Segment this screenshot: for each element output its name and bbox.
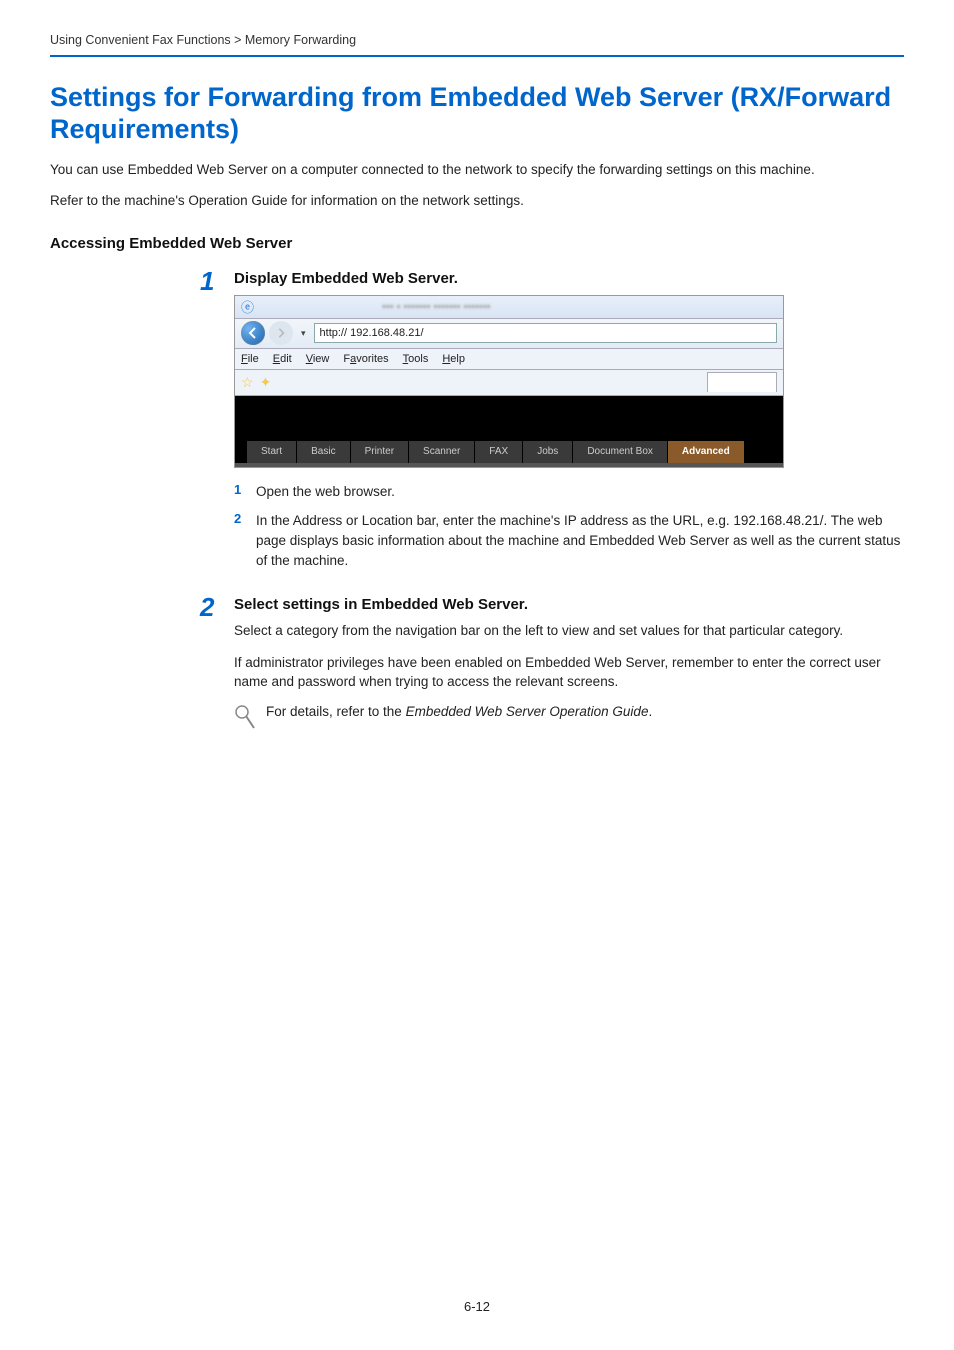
magnifier-icon: [234, 704, 256, 735]
menu-favorites[interactable]: Favorites: [343, 353, 388, 365]
sub-step-1-text: Open the web browser.: [256, 482, 395, 502]
ie-icon: ⓔ: [241, 297, 254, 316]
nav-dropdown-icon[interactable]: ▾: [297, 328, 310, 339]
tab-advanced[interactable]: Advanced: [668, 441, 745, 463]
browser-menubar: File Edit View Favorites Tools Help: [235, 349, 783, 370]
blurred-title: ••• • ••••••• ••••••• •••••••: [382, 301, 491, 313]
tab-jobs[interactable]: Jobs: [523, 441, 573, 463]
tab-start[interactable]: Start: [247, 441, 297, 463]
step-1: 1 Display Embedded Web Server. ⓔ ••• • •…: [200, 270, 904, 580]
page-number: 6-12: [0, 1299, 954, 1314]
section-heading: Accessing Embedded Web Server: [50, 235, 904, 252]
webpage-tabs: Start Basic Printer Scanner FAX Jobs Doc…: [235, 441, 783, 463]
add-favorite-icon[interactable]: ✦: [260, 374, 272, 391]
note-row: For details, refer to the Embedded Web S…: [234, 704, 904, 735]
arrow-left-icon: [247, 327, 259, 339]
intro-paragraph-1: You can use Embedded Web Server on a com…: [50, 160, 904, 180]
menu-view[interactable]: View: [306, 353, 330, 365]
divider: [50, 55, 904, 57]
tab-fax[interactable]: FAX: [475, 441, 523, 463]
address-bar[interactable]: http:// 192.168.48.21/: [314, 323, 777, 343]
menu-tools[interactable]: Tools: [403, 353, 429, 365]
menu-file[interactable]: File: [241, 353, 259, 365]
tab-document-box[interactable]: Document Box: [573, 441, 668, 463]
browser-tab[interactable]: [707, 372, 777, 392]
page-title: Settings for Forwarding from Embedded We…: [50, 81, 904, 146]
step-2-para-1: Select a category from the navigation ba…: [234, 621, 904, 641]
arrow-right-icon: [276, 328, 286, 338]
tab-printer[interactable]: Printer: [351, 441, 409, 463]
browser-content-black: [235, 396, 783, 441]
step-2-para-2: If administrator privileges have been en…: [234, 653, 904, 692]
sub-step-2: 2 In the Address or Location bar, enter …: [234, 511, 904, 570]
note-text: For details, refer to the Embedded Web S…: [266, 704, 652, 719]
tab-basic[interactable]: Basic: [297, 441, 350, 463]
breadcrumb: Using Convenient Fax Functions > Memory …: [50, 33, 904, 47]
menu-edit[interactable]: Edit: [273, 353, 292, 365]
intro-paragraph-2: Refer to the machine's Operation Guide f…: [50, 191, 904, 211]
step-2: 2 Select settings in Embedded Web Server…: [200, 596, 904, 735]
address-url: http:// 192.168.48.21/: [320, 327, 424, 339]
back-button[interactable]: [241, 321, 265, 345]
menu-help[interactable]: Help: [442, 353, 465, 365]
sub-step-1-num: 1: [234, 482, 256, 497]
browser-screenshot: ⓔ ••• • ••••••• ••••••• ••••••• ▾ http:/…: [234, 295, 784, 468]
forward-button[interactable]: [269, 321, 293, 345]
sub-step-2-text: In the Address or Location bar, enter th…: [256, 511, 904, 570]
step-2-number: 2: [200, 594, 234, 620]
browser-bottom-strip: [235, 463, 783, 467]
browser-titlebar: ⓔ ••• • ••••••• ••••••• •••••••: [235, 296, 783, 319]
browser-navbar: ▾ http:// 192.168.48.21/: [235, 319, 783, 349]
step-2-title: Select settings in Embedded Web Server.: [234, 596, 904, 613]
sub-step-2-num: 2: [234, 511, 256, 526]
tab-scanner[interactable]: Scanner: [409, 441, 475, 463]
step-1-title: Display Embedded Web Server.: [234, 270, 904, 287]
browser-favbar: ☆ ✦: [235, 370, 783, 396]
sub-step-1: 1 Open the web browser.: [234, 482, 904, 502]
favorites-star-icon[interactable]: ☆: [241, 374, 254, 391]
step-1-number: 1: [200, 268, 234, 294]
